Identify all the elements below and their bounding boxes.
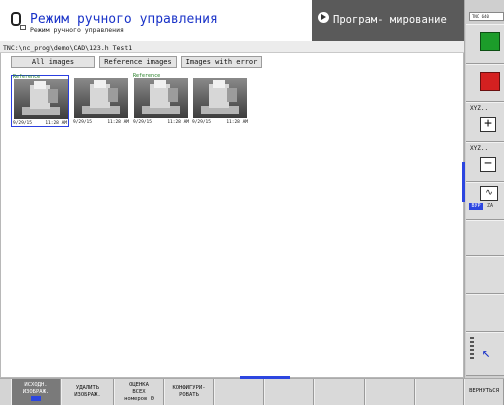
camera-image	[14, 79, 68, 119]
axis-caption: XYZ..	[470, 145, 489, 152]
softkey-label: ОЦЕНКА	[129, 382, 149, 388]
program-stop-button[interactable]	[466, 64, 504, 102]
empty-softkey[interactable]	[214, 379, 264, 405]
empty-softkey[interactable]	[264, 379, 314, 405]
image-time: 11:28 AM	[45, 121, 67, 126]
axis-caption: XYZ..	[470, 105, 489, 112]
play-icon	[318, 12, 329, 23]
mode-subtitle: Режим ручного управления	[30, 26, 124, 34]
softkey-label: ИЗОБРАЖ.	[22, 389, 50, 395]
reference-images-button[interactable]: Reference images	[99, 56, 177, 68]
configure-softkey[interactable]: КОНФИГУРИ- РОВАТЬ	[164, 379, 214, 405]
image-time: 11:28 AM	[107, 120, 129, 125]
softkey-label: ИЗОБРАЖ.	[74, 392, 101, 398]
images-with-error-button[interactable]: Images with error	[181, 56, 262, 68]
minus-icon: −	[480, 157, 496, 172]
evaluate-all-softkey[interactable]: ОЦЕНКА ВСЕХ номеров 0	[114, 379, 164, 405]
softkey-label: номеров 0	[124, 396, 154, 402]
image-date: 9/29/15	[73, 120, 92, 125]
wave-icon: ∿	[480, 186, 498, 201]
empty-softkey[interactable]	[466, 220, 504, 256]
toggle-off-label: ZA	[487, 203, 494, 209]
feed-toggle-button[interactable]: ∿ ВУР ZA	[466, 182, 504, 220]
camera-image	[74, 78, 128, 118]
stop-icon	[480, 72, 500, 91]
image-date: 9/29/15	[192, 120, 211, 125]
empty-softkey[interactable]	[365, 379, 415, 405]
softkey-page-indicator	[470, 337, 474, 361]
empty-softkey[interactable]	[415, 379, 464, 405]
mode-icon	[11, 12, 21, 26]
image-thumbnail[interactable]: Reference 9/29/15 11:28 AM	[11, 74, 69, 127]
program-path: TNC:\nc_prog\demo\CAD\123.h Test1	[3, 44, 133, 52]
start-icon	[480, 32, 500, 51]
toggle-indicator	[31, 396, 41, 401]
mode-title: Режим ручного управления	[30, 12, 218, 27]
image-date: 9/29/15	[133, 120, 152, 125]
softkey-label: ВЕРНУТЬСЯ	[469, 388, 499, 394]
axis-plus-button[interactable]: XYZ.. +	[466, 102, 504, 142]
axis-minus-button[interactable]: XYZ.. −	[466, 142, 504, 182]
program-start-button[interactable]	[466, 24, 504, 64]
softkey-label: ВСЕХ	[132, 389, 146, 395]
window-switch-button[interactable]: ↖	[466, 332, 504, 376]
image-time: 11:28 AM	[167, 120, 189, 125]
toggle-on-label: ВУР	[469, 203, 483, 210]
all-images-button[interactable]: All images	[11, 56, 95, 68]
softkey-label: ИСХОДН.	[24, 382, 48, 388]
delete-image-softkey[interactable]: УДАЛИТЬ ИЗОБРАЖ.	[61, 379, 114, 405]
image-thumbnail[interactable]: Reference 9/29/15 11:28 AM	[132, 73, 190, 127]
softkey-label: КОНФИГУРИ-	[172, 385, 206, 391]
empty-softkey[interactable]	[466, 294, 504, 332]
arrow-icon: ↖	[482, 345, 491, 361]
softkey-label: УДАЛИТЬ	[75, 385, 100, 391]
plus-icon: +	[480, 117, 496, 132]
side-scroll-indicator	[462, 162, 465, 202]
image-date: 9/29/15	[13, 121, 32, 126]
camera-image	[134, 78, 188, 118]
empty-softkey[interactable]	[466, 256, 504, 294]
empty-softkey[interactable]	[314, 379, 365, 405]
camera-image	[193, 78, 247, 118]
back-softkey[interactable]: ВЕРНУТЬСЯ	[464, 379, 504, 405]
image-time: 11:28 AM	[226, 120, 248, 125]
image-thumbnail[interactable]: 9/29/15 11:28 AM	[191, 75, 249, 127]
softkey-label: РОВАТЬ	[179, 392, 199, 398]
programming-mode-label: Програм- мирование	[333, 14, 447, 26]
reference-image-softkey[interactable]: ИСХОДН. ИЗОБРАЖ.	[11, 379, 61, 405]
image-thumbnail[interactable]: 9/29/15 11:28 AM	[72, 75, 130, 127]
control-badge: TNC 640	[469, 12, 504, 21]
subwindow-icon	[20, 25, 26, 30]
